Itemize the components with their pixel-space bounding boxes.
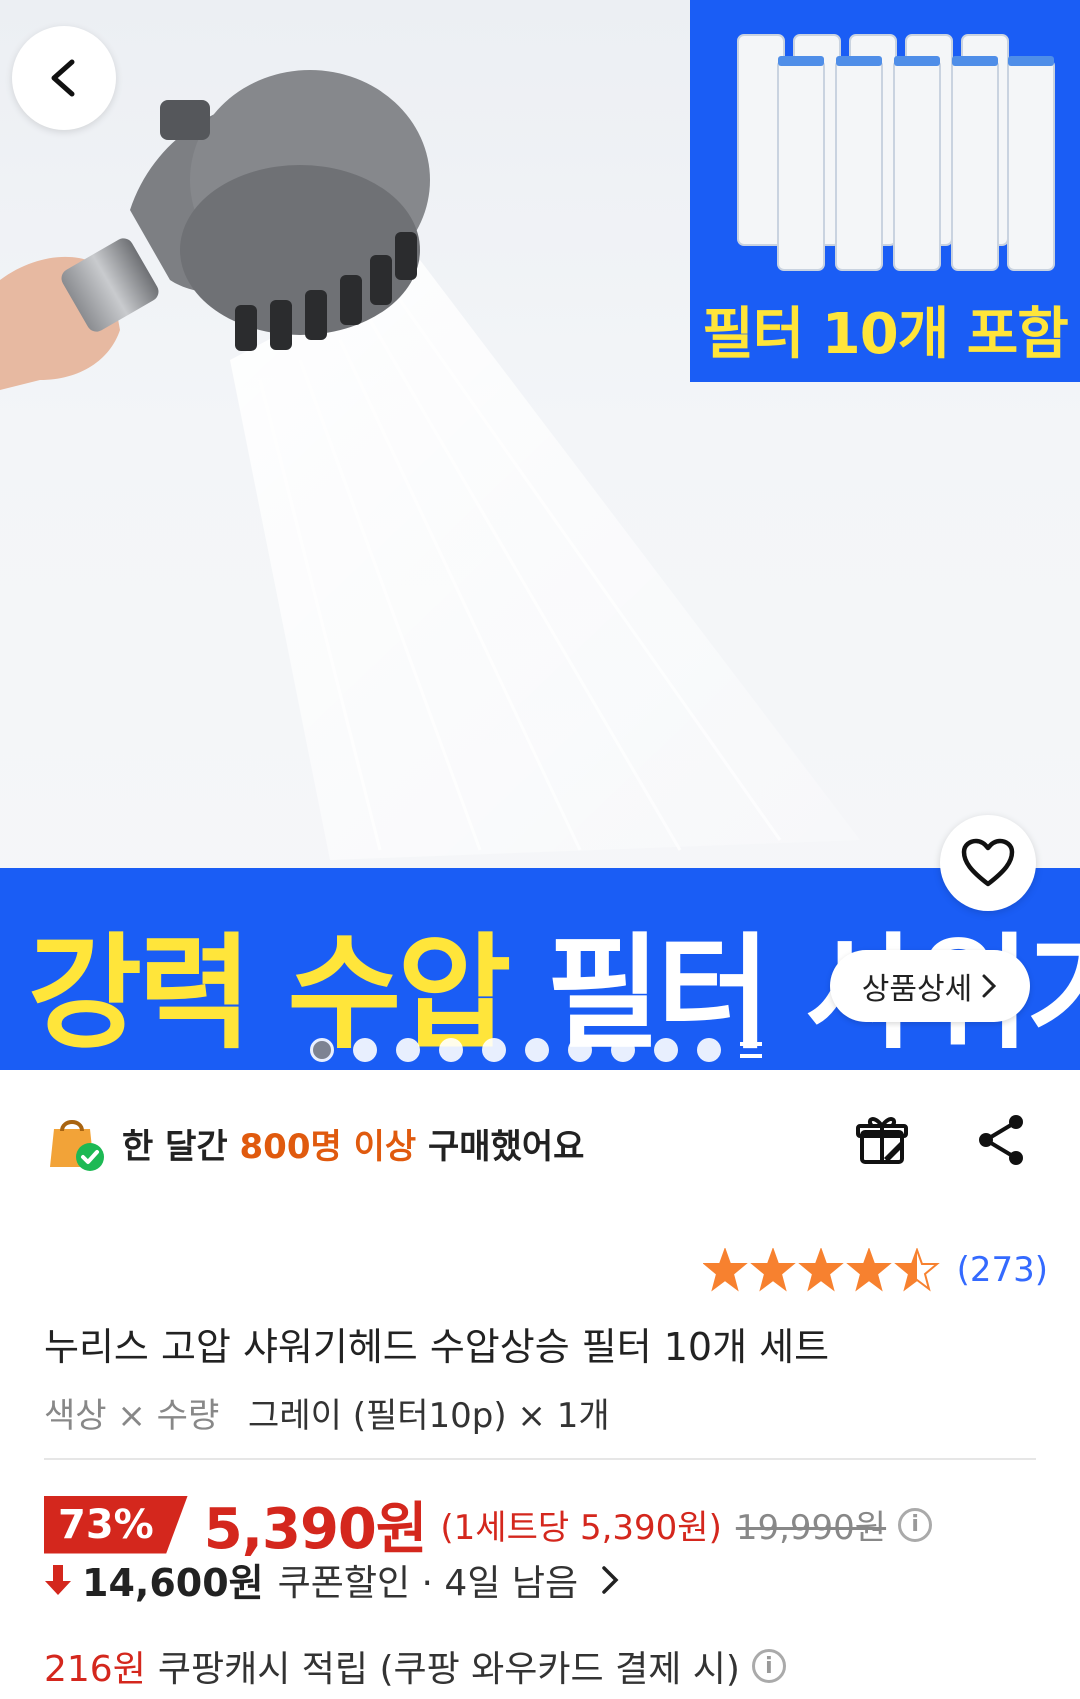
- carousel-dot[interactable]: [697, 1038, 721, 1062]
- purchase-stat-suffix: 구매했어요: [416, 1126, 585, 1167]
- product-detail-button[interactable]: 상품상세: [830, 950, 1030, 1022]
- purchase-stat-row: 한 달간 800명 이상 구매했어요: [44, 1108, 1044, 1178]
- carousel-indicator: [310, 1038, 762, 1062]
- purchase-stat-highlight: 800명 이상: [239, 1126, 417, 1167]
- purchase-stat-text: 한 달간 800명 이상 구매했어요: [122, 1119, 584, 1168]
- filter-cartridges-image: [737, 34, 1055, 271]
- filter-caption: 필터 10개 포함: [702, 302, 1069, 367]
- carousel-dot[interactable]: [310, 1038, 334, 1062]
- carousel-dot[interactable]: [439, 1038, 463, 1062]
- discount-badge: 73%: [44, 1495, 188, 1554]
- more-slides-icon[interactable]: [740, 1042, 762, 1058]
- cash-amount: 216원: [44, 1649, 146, 1690]
- share-icon[interactable]: [974, 1112, 1030, 1172]
- carousel-dot[interactable]: [611, 1038, 635, 1062]
- original-price: 19,990원: [735, 1508, 887, 1548]
- review-count[interactable]: (273): [957, 1250, 1048, 1290]
- chevron-right-icon: [602, 1565, 619, 1594]
- cash-text: 쿠팡캐시 적립 (쿠팡 와우카드 결제 시): [157, 1649, 740, 1690]
- heart-icon: [961, 838, 1015, 887]
- carousel-dot[interactable]: [568, 1038, 592, 1062]
- coupon-amount: 14,600원: [82, 1561, 264, 1605]
- back-button[interactable]: [12, 26, 116, 130]
- price-info-icon[interactable]: i: [898, 1507, 933, 1542]
- chevron-right-icon: [982, 974, 997, 998]
- wishlist-button[interactable]: [940, 815, 1036, 911]
- chevron-left-icon: [51, 59, 75, 97]
- cash-reward-row: 216원 쿠팡캐시 적립 (쿠팡 와우카드 결제 시) i: [44, 1640, 786, 1692]
- gift-icon[interactable]: [854, 1112, 910, 1172]
- product-title: 누리스 고압 샤워기헤드 수압상승 필터 10개 세트: [44, 1325, 830, 1369]
- filter-included-banner: 필터 10개 포함: [690, 0, 1080, 382]
- product-image-carousel[interactable]: 필터 10개 포함 강력 수압 필터 샤워기 상품상세: [0, 0, 1080, 1070]
- option-value: 그레이 (필터10p) × 1개: [248, 1396, 610, 1436]
- cash-info-icon[interactable]: i: [751, 1649, 786, 1683]
- divider: [44, 1458, 1036, 1460]
- purchase-stat-prefix: 한 달간: [122, 1126, 240, 1167]
- coupon-text: 쿠폰할인 · 4일 남음: [277, 1562, 579, 1604]
- carousel-dot[interactable]: [482, 1038, 506, 1062]
- carousel-dot[interactable]: [396, 1038, 420, 1062]
- product-detail-label: 상품상세: [861, 972, 973, 1007]
- shopping-bag-check-icon: [44, 1111, 108, 1175]
- carousel-dot[interactable]: [525, 1038, 549, 1062]
- star-rating-icon: [702, 1248, 940, 1292]
- carousel-dot[interactable]: [353, 1038, 377, 1062]
- rating-row[interactable]: (273): [702, 1248, 1048, 1292]
- option-label: 색상 × 수량: [44, 1396, 220, 1436]
- coupon-row[interactable]: 14,600원 쿠폰할인 · 4일 남음: [44, 1552, 622, 1607]
- arrow-down-icon: [45, 1564, 71, 1595]
- option-row[interactable]: 색상 × 수량 그레이 (필터10p) × 1개: [44, 1388, 610, 1437]
- unit-price: (1세트당 5,390원): [440, 1508, 722, 1548]
- carousel-dot[interactable]: [654, 1038, 678, 1062]
